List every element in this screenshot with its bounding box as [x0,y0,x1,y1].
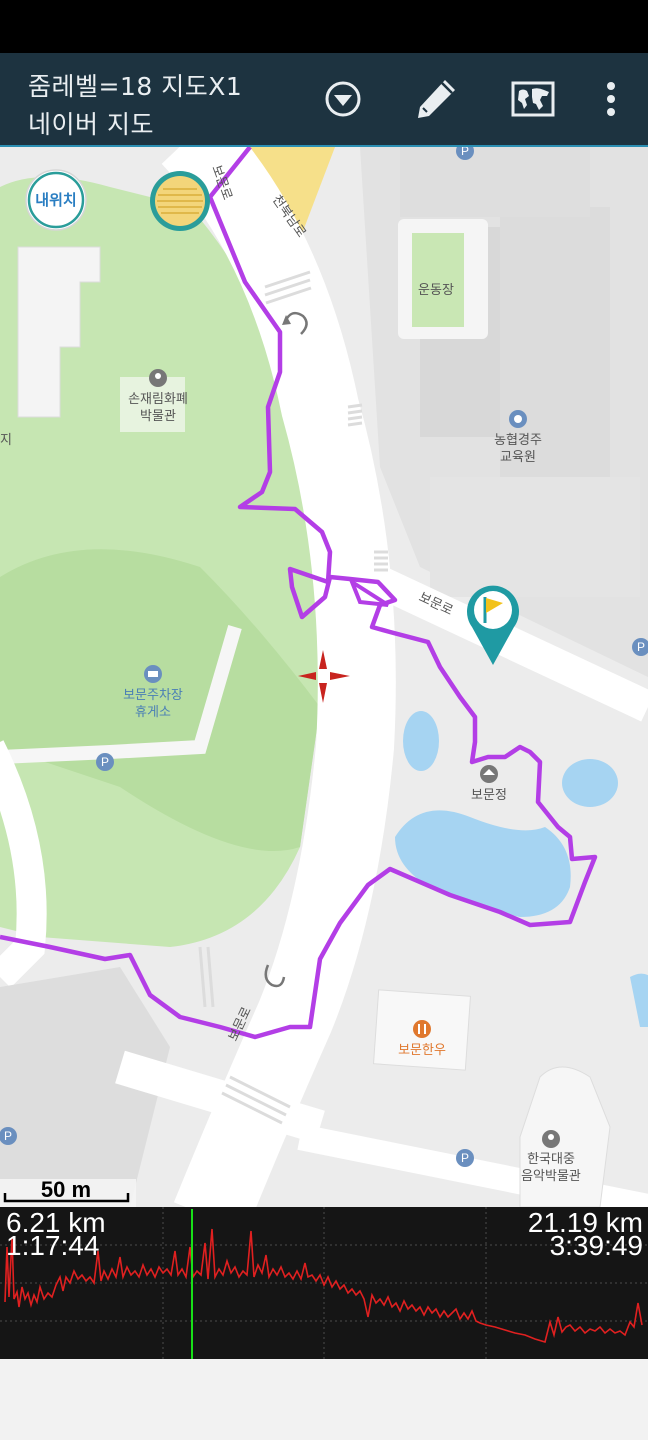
zoom-level-title: 줌레벨=18 지도X1 [28,72,243,101]
map-label-pavilion: 보문정 [471,788,507,803]
elevation-profile[interactable]: 6.21 km 1:17:44 21.19 km 3:39:49 [0,1207,648,1359]
parking-icon[interactable]: P [456,1149,474,1167]
map-label-nh-1: 농협경주 [494,433,542,448]
left-time: 1:17:44 [6,1230,100,1261]
map-label-nh-2: 교육원 [500,450,536,465]
svg-text:P: P [461,1151,469,1165]
map-source-title: 네이버 지도 [28,110,154,139]
my-location-button[interactable]: 내위치 [25,169,87,231]
map-label-museum-2: 박물관 [140,409,176,424]
scale-bar: 50 m [0,1177,136,1207]
map-label-rest-1: 보문주차장 [123,688,183,703]
sun-icon[interactable] [150,171,210,231]
svg-text:P: P [101,755,109,769]
app-toolbar: 줌레벨=18 지도X1 네이버 지도 [0,53,648,147]
scale-label: 50 m [41,1177,91,1202]
overflow-menu-button[interactable] [587,75,635,123]
map-label-museum-1: 손재림화폐 [128,392,188,407]
parking-icon[interactable]: P [96,753,114,771]
map-view[interactable]: 운동장 손재림화폐 박물관 농협경주 교육원 지 보문주차장 휴게소 보문정 보… [0,147,648,1207]
world-map-icon [511,81,555,117]
pencil-icon [418,80,455,118]
profile-cursor[interactable] [191,1209,193,1359]
more-vert-icon [607,82,615,116]
status-bar [0,0,648,53]
svg-text:P: P [461,147,469,158]
map-label-stadium: 운동장 [418,283,454,298]
svg-text:P: P [4,1129,12,1143]
rest-area-poi-icon[interactable] [144,665,162,683]
map-label-rest-2: 휴게소 [135,705,171,720]
museum-poi-icon[interactable] [149,369,167,387]
edit-button[interactable] [412,75,460,123]
map-canvas[interactable]: 운동장 손재림화폐 박물관 농협경주 교육원 지 보문주차장 휴게소 보문정 보… [0,147,648,1207]
map-select-button[interactable] [509,75,557,123]
map-label-music-2: 음악박물관 [521,1169,581,1184]
restaurant-poi-icon[interactable] [413,1020,431,1038]
svg-text:P: P [637,640,645,654]
music-museum-poi-icon[interactable] [542,1130,560,1148]
chevron-down-circle-icon [325,81,361,117]
pavilion-poi-icon[interactable] [480,765,498,783]
map-label-music-1: 한국대중 [527,1152,575,1167]
my-location-label: 내위치 [35,191,76,209]
dropdown-button[interactable] [319,75,367,123]
map-label-edge: 지 [0,433,12,448]
map-label-restaurant: 보문한우 [398,1043,446,1058]
nh-poi-icon[interactable] [509,410,527,428]
right-time: 3:39:49 [549,1230,643,1261]
bottom-area [0,1359,648,1440]
